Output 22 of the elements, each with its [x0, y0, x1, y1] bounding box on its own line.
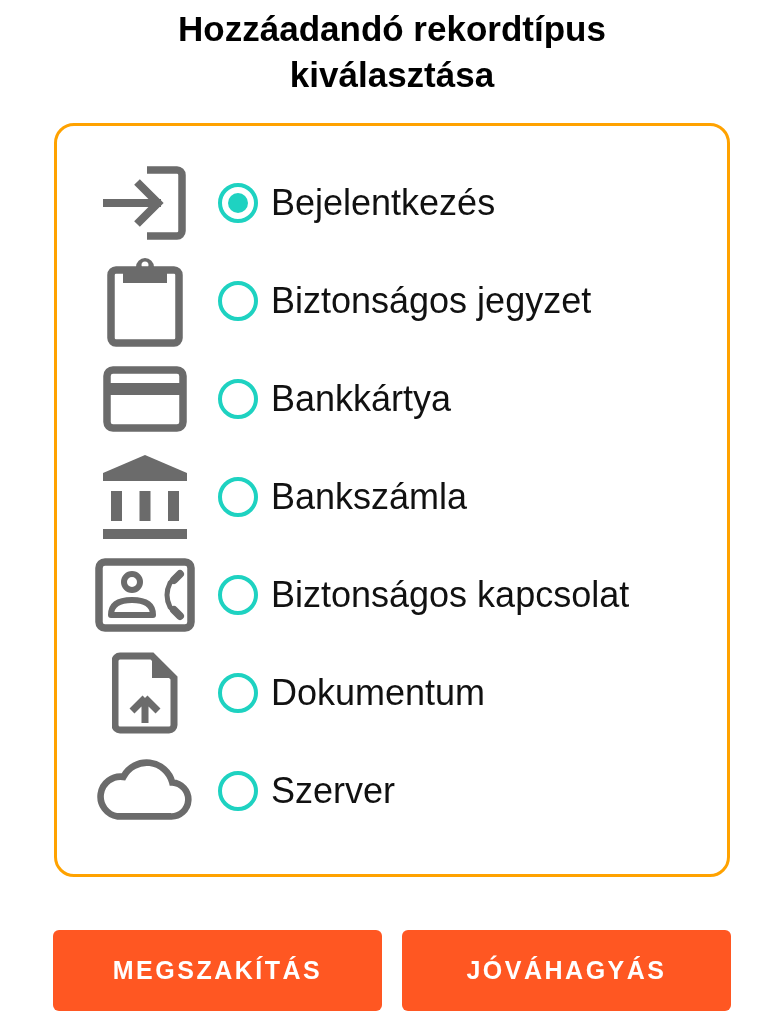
option-label[interactable]: Bejelentkezés: [271, 182, 496, 224]
radio-button[interactable]: [218, 771, 258, 811]
credit-card-icon: [103, 366, 187, 432]
contact-card-icon: [95, 558, 195, 632]
radio-button[interactable]: [218, 183, 258, 223]
option-label[interactable]: Bankszámla: [271, 476, 468, 518]
radio-button[interactable]: [218, 673, 258, 713]
arrow-into-bracket-icon: [103, 166, 187, 240]
option-label[interactable]: Dokumentum: [271, 672, 486, 714]
cloud-icon: [95, 759, 195, 823]
file-upload-icon: [112, 652, 178, 734]
clipboard-icon: [107, 255, 183, 347]
radio-button[interactable]: [218, 477, 258, 517]
radio-button[interactable]: [218, 379, 258, 419]
option-label[interactable]: Szerver: [271, 770, 396, 812]
bank-building-icon: [103, 455, 187, 539]
option-label[interactable]: Biztonságos jegyzet: [271, 280, 592, 322]
radio-button[interactable]: [218, 281, 258, 321]
dialog-title: Hozzáadandó rekordtípus kiválasztása: [177, 8, 607, 96]
option-label[interactable]: Biztonságos kapcsolat: [271, 574, 630, 616]
radio-button[interactable]: [218, 575, 258, 615]
option-label[interactable]: Bankkártya: [271, 378, 452, 420]
